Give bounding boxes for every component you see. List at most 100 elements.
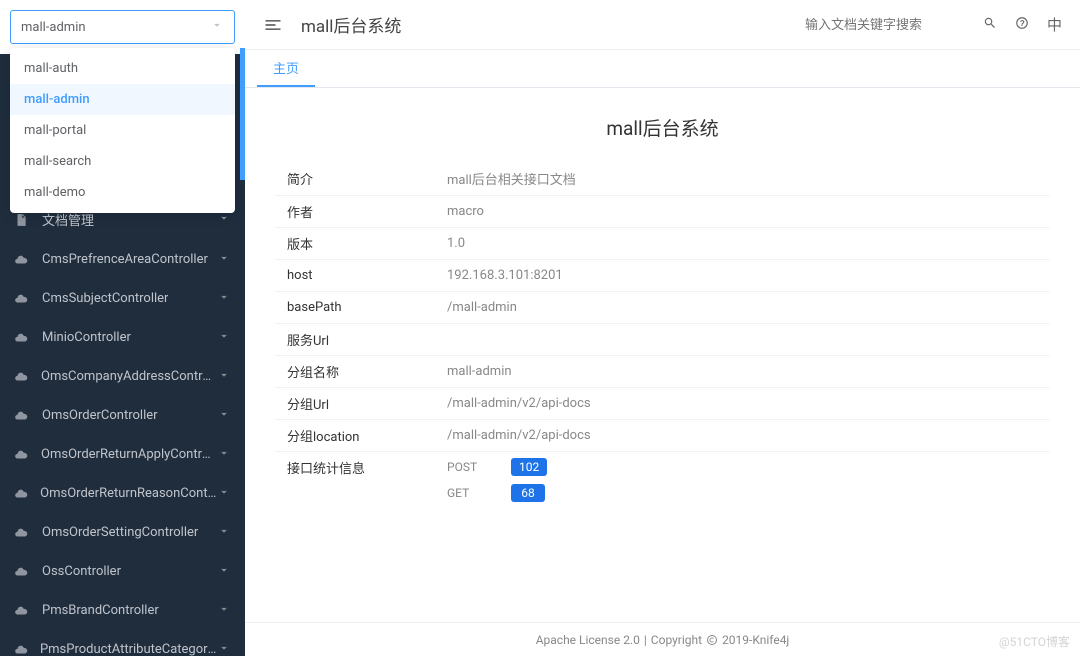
- chevron-down-icon: [217, 407, 231, 424]
- cloud-icon: [14, 409, 32, 423]
- info-key: 服务Url: [275, 323, 435, 355]
- search-input[interactable]: [805, 17, 965, 32]
- info-key: 简介: [275, 163, 435, 195]
- stat-count-badge: 102: [511, 458, 547, 476]
- cloud-icon: [14, 604, 32, 618]
- stat-row: GET 68: [447, 484, 1038, 502]
- info-key: 分组名称: [275, 355, 435, 387]
- chevron-down-icon: [217, 446, 231, 463]
- cloud-icon: [14, 526, 32, 540]
- search-icon[interactable]: [983, 16, 997, 34]
- info-value: /mall-admin/v2/api-docs: [435, 419, 1050, 451]
- info-key: 分组Url: [275, 387, 435, 419]
- info-key: 接口统计信息: [275, 451, 435, 516]
- table-row: host192.168.3.101:8201: [275, 259, 1050, 291]
- sidebar-item-label: OmsOrderReturnReasonController: [40, 486, 217, 501]
- sidebar-item-label: OssController: [42, 564, 121, 579]
- collapse-icon[interactable]: [263, 14, 285, 36]
- chevron-down-icon: [217, 485, 231, 502]
- info-value: /mall-admin/v2/api-docs: [435, 387, 1050, 419]
- dropdown-option-mall-auth[interactable]: mall-auth: [10, 53, 235, 84]
- cloud-icon: [14, 292, 32, 306]
- document-icon: [14, 213, 32, 227]
- copyright-icon: [706, 634, 718, 646]
- chevron-down-icon: [217, 602, 231, 619]
- sidebar-item-label: OmsOrderController: [42, 408, 158, 423]
- dropdown-scrollbar[interactable]: [240, 48, 245, 180]
- help-icon[interactable]: [1015, 16, 1029, 34]
- sidebar-item-CmsPrefrenceAreaController[interactable]: CmsPrefrenceAreaController: [0, 240, 245, 279]
- sidebar-item-CmsSubjectController[interactable]: CmsSubjectController: [0, 279, 245, 318]
- stat-count-badge: 68: [511, 484, 545, 502]
- cloud-icon: [14, 370, 31, 384]
- table-row: 接口统计信息 POST 102 GET 68: [275, 451, 1050, 516]
- dropdown-option-mall-portal[interactable]: mall-portal: [10, 115, 235, 146]
- sidebar-item-label: PmsProductAttributeCategoryCo...: [40, 642, 217, 656]
- table-row: 分组名称mall-admin: [275, 355, 1050, 387]
- footer-sep: |: [644, 633, 647, 647]
- table-row: 服务Url: [275, 323, 1050, 355]
- doc-title: mall后台系统: [275, 114, 1050, 141]
- info-value: 1.0: [435, 227, 1050, 259]
- group-dropdown: mall-authmall-adminmall-portalmall-searc…: [10, 48, 235, 213]
- info-value: [435, 323, 1050, 355]
- cloud-icon: [14, 448, 31, 462]
- sidebar-item-label: OmsCompanyAddressController: [41, 369, 217, 384]
- dropdown-option-mall-search[interactable]: mall-search: [10, 146, 235, 177]
- chevron-down-icon: [217, 329, 231, 346]
- dropdown-option-mall-demo[interactable]: mall-demo: [10, 177, 235, 208]
- info-key: 版本: [275, 227, 435, 259]
- group-select-wrap: mall-admin: [0, 0, 245, 54]
- chevron-down-icon: [217, 211, 231, 228]
- sidebar-item-PmsProductAttributeCategoryCo...[interactable]: PmsProductAttributeCategoryCo...: [0, 630, 245, 656]
- info-value: /mall-admin: [435, 291, 1050, 323]
- group-select[interactable]: mall-admin: [10, 10, 235, 44]
- lang-toggle[interactable]: 中: [1047, 14, 1062, 35]
- table-row: 版本1.0: [275, 227, 1050, 259]
- cloud-icon: [14, 565, 32, 579]
- chevron-down-icon: [217, 641, 231, 656]
- chevron-down-icon: [217, 563, 231, 580]
- footer-year-brand: 2019-Knife4j: [722, 633, 789, 647]
- info-key: 作者: [275, 195, 435, 227]
- dropdown-option-mall-admin[interactable]: mall-admin: [10, 84, 235, 115]
- main-panel: mall后台系统 中 主页 mall后台系统 简介mall后台相关接口文档作者m…: [245, 0, 1080, 656]
- sidebar-item-OmsOrderReturnReasonController[interactable]: OmsOrderReturnReasonController: [0, 474, 245, 513]
- table-row: 分组location/mall-admin/v2/api-docs: [275, 419, 1050, 451]
- sidebar-item-OmsOrderSettingController[interactable]: OmsOrderSettingController: [0, 513, 245, 552]
- stat-row: POST 102: [447, 458, 1038, 476]
- watermark: @51CTO博客: [999, 633, 1070, 650]
- info-table: 简介mall后台相关接口文档作者macro版本1.0host192.168.3.…: [275, 163, 1050, 516]
- chevron-down-icon: [210, 18, 224, 36]
- info-value: mall-admin: [435, 355, 1050, 387]
- content-area: mall后台系统 简介mall后台相关接口文档作者macro版本1.0host1…: [245, 88, 1080, 622]
- sidebar-item-OmsOrderReturnApplyController[interactable]: OmsOrderReturnApplyController: [0, 435, 245, 474]
- sidebar-item-PmsBrandController[interactable]: PmsBrandController: [0, 591, 245, 630]
- table-row: 分组Url/mall-admin/v2/api-docs: [275, 387, 1050, 419]
- stat-method: GET: [447, 486, 487, 500]
- header: mall后台系统 中: [245, 0, 1080, 50]
- chevron-down-icon: [217, 251, 231, 268]
- stat-method: POST: [447, 460, 487, 474]
- table-row: basePath/mall-admin: [275, 291, 1050, 323]
- info-key: 分组location: [275, 419, 435, 451]
- sidebar-item-label: PmsBrandController: [42, 603, 159, 618]
- tab-bar: 主页: [245, 50, 1080, 88]
- table-row: 简介mall后台相关接口文档: [275, 163, 1050, 195]
- sidebar-item-OmsOrderController[interactable]: OmsOrderController: [0, 396, 245, 435]
- sidebar-item-MinioController[interactable]: MinioController: [0, 318, 245, 357]
- info-value: macro: [435, 195, 1050, 227]
- sidebar-item-label: OmsOrderReturnApplyController: [41, 447, 217, 462]
- sidebar-item-label: OmsOrderSettingController: [42, 525, 198, 540]
- sidebar-item-OmsCompanyAddressController[interactable]: OmsCompanyAddressController: [0, 357, 245, 396]
- footer-copyright: Copyright: [651, 633, 702, 647]
- chevron-down-icon: [217, 290, 231, 307]
- chevron-down-icon: [217, 368, 231, 385]
- tab-home[interactable]: 主页: [257, 50, 315, 87]
- sidebar-item-OssController[interactable]: OssController: [0, 552, 245, 591]
- table-row: 作者macro: [275, 195, 1050, 227]
- footer-license: Apache License 2.0: [536, 633, 640, 647]
- cloud-icon: [14, 643, 30, 656]
- sidebar: mall-admin mall-authmall-adminmall-porta…: [0, 0, 245, 656]
- sidebar-item-label: CmsPrefrenceAreaController: [42, 252, 208, 267]
